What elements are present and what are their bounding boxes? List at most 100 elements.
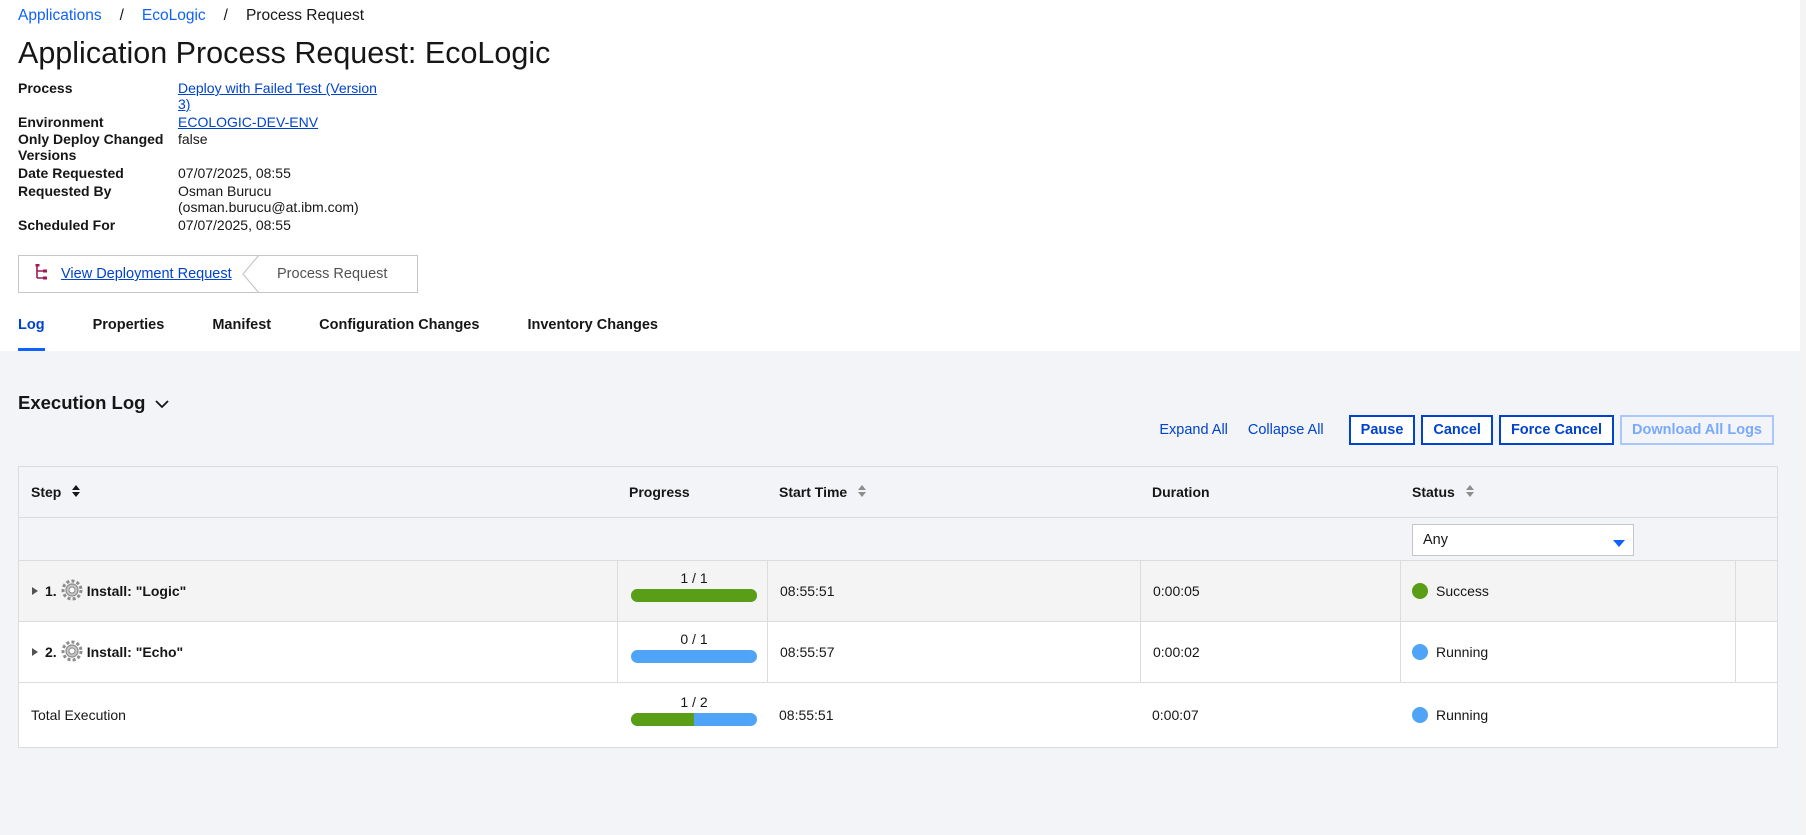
breadcrumb-separator: / bbox=[223, 7, 228, 24]
gear-icon bbox=[61, 579, 83, 604]
detail-label: Only Deploy Changed Versions bbox=[18, 131, 164, 163]
execution-log-panel: Execution Log Expand All Collapse All Pa… bbox=[0, 351, 1800, 835]
detail-label: Requested By bbox=[18, 183, 112, 199]
total-label: Total Execution bbox=[31, 707, 126, 723]
column-duration: Duration bbox=[1152, 484, 1210, 500]
duration-cell: 0:00:05 bbox=[1153, 583, 1200, 599]
status-cell: Running bbox=[1412, 622, 1488, 682]
collapse-all-button[interactable]: Collapse All bbox=[1248, 422, 1324, 438]
breadcrumb-current: Process Request bbox=[245, 7, 364, 24]
progress-cell: 1 / 1 bbox=[631, 569, 757, 602]
progress-bar bbox=[631, 713, 757, 726]
table-row: 1. Install: "Logic" 1 / 1 08:55:51 0:00:… bbox=[19, 561, 1777, 622]
step-name: Install: "Logic" bbox=[86, 583, 187, 599]
status-text: Running bbox=[1436, 644, 1489, 660]
status-text: Running bbox=[1436, 707, 1489, 723]
tree-icon bbox=[35, 264, 49, 284]
detail-value: 07/07/2025, 08:55 bbox=[178, 165, 291, 181]
status-dot bbox=[1412, 707, 1428, 723]
page-title: Application Process Request: EcoLogic bbox=[18, 36, 551, 70]
environment-link[interactable]: ECOLOGIC-DEV-ENV bbox=[178, 114, 318, 130]
duration-cell: 0:00:02 bbox=[1153, 644, 1200, 660]
detail-value: Osman Burucu (osman.burucu@at.ibm.com) bbox=[178, 183, 359, 215]
tab-configuration-changes[interactable]: Configuration Changes bbox=[319, 314, 479, 351]
status-filter-value: Any bbox=[1423, 532, 1448, 548]
progress-cell: 0 / 1 bbox=[631, 630, 757, 663]
tab-bar: Log Properties Manifest Configuration Ch… bbox=[18, 314, 706, 351]
progress-bar bbox=[631, 589, 757, 602]
table-row: 2. Install: "Echo" 0 / 1 08:55:57 0:00:0… bbox=[19, 622, 1777, 683]
status-dot bbox=[1412, 583, 1428, 599]
status-filter-select[interactable]: Any bbox=[1412, 524, 1634, 556]
detail-value: ECOLOGIC-DEV-ENV bbox=[178, 114, 398, 130]
view-deployment-request[interactable]: View Deployment Request bbox=[19, 256, 232, 292]
tab-log[interactable]: Log bbox=[18, 314, 45, 351]
step-cell: 2. Install: "Echo" bbox=[31, 622, 183, 682]
column-start-time[interactable]: Start Time bbox=[779, 467, 867, 517]
force-cancel-button[interactable]: Force Cancel bbox=[1498, 415, 1615, 445]
execution-log-table: Step Progress Start Time Duration Status bbox=[18, 466, 1778, 748]
sort-icon bbox=[857, 483, 867, 502]
caret-down-icon bbox=[1613, 536, 1625, 552]
column-step[interactable]: Step bbox=[31, 467, 81, 517]
detail-value: Deploy with Failed Test (Version 3) bbox=[178, 80, 398, 112]
log-actions: Expand All Collapse All Pause Cancel For… bbox=[1159, 415, 1774, 445]
sort-icon bbox=[1465, 483, 1475, 502]
view-deployment-request-link[interactable]: View Deployment Request bbox=[61, 266, 232, 282]
detail-value: 07/07/2025, 08:55 bbox=[178, 217, 291, 233]
process-request-step: Process Request bbox=[277, 266, 388, 282]
detail-value: false bbox=[178, 131, 208, 147]
tab-manifest[interactable]: Manifest bbox=[212, 314, 271, 351]
expand-row-icon[interactable] bbox=[31, 644, 39, 660]
breadcrumb-applications[interactable]: Applications bbox=[18, 7, 102, 25]
chevron-divider bbox=[242, 255, 260, 293]
filter-row: Any bbox=[19, 518, 1777, 561]
step-number: 1. bbox=[45, 583, 57, 599]
step-cell: 1. Install: "Logic" bbox=[31, 561, 186, 621]
start-time-cell: 08:55:51 bbox=[779, 707, 834, 723]
cancel-button[interactable]: Cancel bbox=[1421, 415, 1493, 445]
detail-label: Process bbox=[18, 80, 73, 96]
progress-fill bbox=[631, 589, 757, 602]
tab-inventory-changes[interactable]: Inventory Changes bbox=[527, 314, 658, 351]
step-number: 2. bbox=[45, 644, 57, 660]
tab-properties[interactable]: Properties bbox=[93, 314, 165, 351]
column-status[interactable]: Status bbox=[1412, 467, 1475, 517]
status-text: Success bbox=[1436, 583, 1489, 599]
progress-text: 1 / 1 bbox=[680, 570, 708, 586]
breadcrumb-separator: / bbox=[119, 7, 124, 24]
detail-label: Date Requested bbox=[18, 165, 124, 181]
detail-label: Environment bbox=[18, 114, 104, 130]
column-progress: Progress bbox=[629, 484, 690, 500]
progress-cell: 1 / 2 bbox=[631, 693, 757, 726]
execution-log-toggle[interactable]: Execution Log bbox=[18, 392, 170, 414]
expand-row-icon[interactable] bbox=[31, 583, 39, 599]
request-switcher: View Deployment Request Process Request bbox=[18, 255, 418, 293]
process-link[interactable]: Deploy with Failed Test (Version 3) bbox=[178, 80, 377, 112]
detail-label: Scheduled For bbox=[18, 217, 116, 233]
duration-cell: 0:00:07 bbox=[1152, 707, 1199, 723]
progress-bar bbox=[631, 650, 757, 663]
table-header: Step Progress Start Time Duration Status bbox=[19, 467, 1777, 518]
start-time-cell: 08:55:57 bbox=[780, 644, 835, 660]
status-cell: Success bbox=[1412, 561, 1489, 621]
chevron-down-icon bbox=[155, 392, 170, 414]
step-name: Install: "Echo" bbox=[86, 644, 184, 660]
scrollbar[interactable] bbox=[1800, 0, 1806, 835]
start-time-cell: 08:55:51 bbox=[780, 583, 835, 599]
expand-all-button[interactable]: Expand All bbox=[1159, 422, 1228, 438]
pause-button[interactable]: Pause bbox=[1348, 415, 1416, 445]
progress-fill bbox=[631, 713, 694, 726]
total-row: Total Execution 1 / 2 08:55:51 0:00:07 R… bbox=[19, 683, 1777, 747]
gear-icon bbox=[61, 640, 83, 665]
status-dot bbox=[1412, 644, 1428, 660]
breadcrumb: Applications / EcoLogic / Process Reques… bbox=[18, 7, 364, 25]
sort-icon bbox=[71, 483, 81, 502]
status-cell: Running bbox=[1412, 683, 1488, 747]
progress-text: 0 / 1 bbox=[680, 631, 708, 647]
execution-log-title: Execution Log bbox=[18, 392, 146, 413]
progress-text: 1 / 2 bbox=[680, 694, 708, 710]
breadcrumb-ecologic[interactable]: EcoLogic bbox=[142, 7, 206, 25]
header-area: Applications / EcoLogic / Process Reques… bbox=[0, 0, 1800, 351]
download-all-logs-button: Download All Logs bbox=[1620, 415, 1774, 445]
